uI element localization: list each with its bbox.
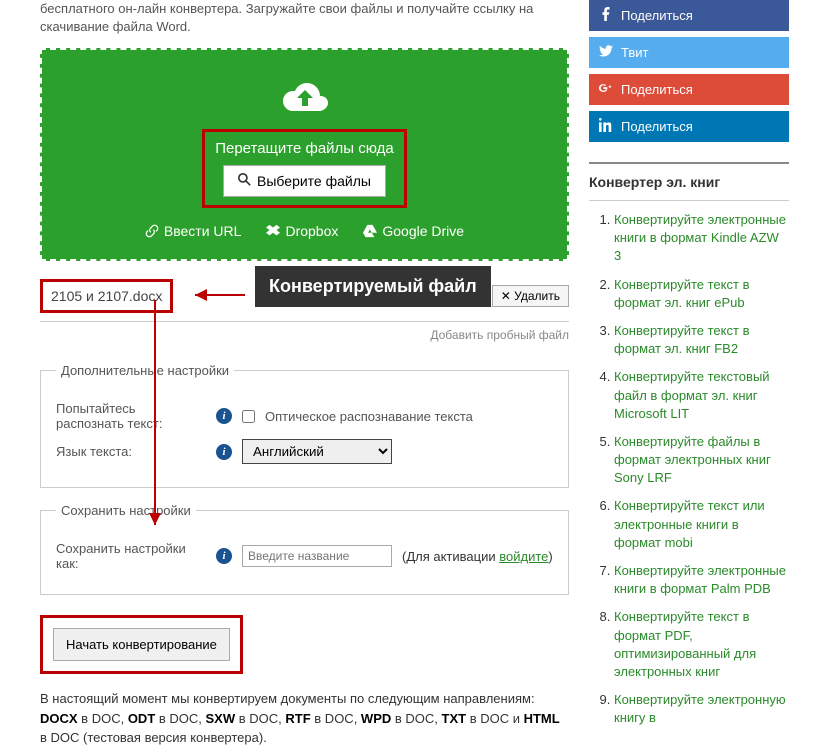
tooltip-overlay: Конвертируемый файл [255, 266, 491, 307]
ebook-converter-heading: Конвертер эл. книг [589, 162, 789, 201]
ebook-link[interactable]: Конвертируйте файлы в формат электронных… [614, 434, 771, 485]
ebook-link[interactable]: Конвертируйте электронные книги в формат… [614, 563, 786, 596]
search-icon [238, 173, 251, 189]
formats-text: В настоящий момент мы конвертируем докум… [40, 689, 569, 748]
login-link[interactable]: войдите [499, 549, 548, 564]
gdrive-label: Google Drive [382, 223, 464, 239]
intro-text: бесплатного он-лайн конвертера. Загружай… [40, 0, 569, 36]
ebook-link[interactable]: Конвертируйте текст или электронные книг… [614, 498, 765, 549]
file-dropzone[interactable]: Перетащите файлы сюда Выберите файлы Вве… [40, 48, 569, 261]
share-fb-label: Поделиться [621, 8, 693, 23]
ebook-link[interactable]: Конвертируйте электронную книгу в [614, 692, 786, 725]
share-in-label: Поделиться [621, 119, 693, 134]
link-icon [145, 224, 159, 238]
info-icon[interactable]: i [216, 444, 232, 460]
ebook-link[interactable]: Конвертируйте текст в формат эл. книг FB… [614, 323, 749, 356]
twitter-icon [599, 44, 613, 61]
gdrive-link[interactable]: Google Drive [363, 223, 464, 239]
start-convert-button[interactable]: Начать конвертирование [53, 628, 230, 661]
ebook-link[interactable]: Конвертируйте текст в формат эл. книг eP… [614, 277, 749, 310]
highlight-box-dropzone: Перетащите файлы сюда Выберите файлы [202, 129, 407, 208]
ebook-link[interactable]: Конвертируйте электронные книги в формат… [614, 212, 786, 263]
share-facebook-button[interactable]: Поделиться [589, 0, 789, 31]
ocr-checkbox[interactable] [242, 410, 255, 423]
ebook-link[interactable]: Конвертируйте текстовый файл в формат эл… [614, 369, 770, 420]
additional-settings-group: Дополнительные настройки Попытайтесь рас… [40, 363, 569, 488]
save-as-label: Сохранить настройки как: [56, 541, 206, 571]
ocr-row-label: Попытайтесь распознать текст: [56, 401, 206, 431]
ebook-link[interactable]: Конвертируйте текст в формат PDF, оптими… [614, 609, 756, 679]
share-tw-label: Твит [621, 45, 649, 60]
info-icon[interactable]: i [216, 548, 232, 564]
ebook-converter-list: Конвертируйте электронные книги в формат… [589, 211, 789, 728]
dropbox-icon [266, 224, 280, 238]
lang-label: Язык текста: [56, 444, 206, 459]
language-select[interactable]: Английский [242, 439, 392, 464]
googleplus-icon [599, 81, 613, 98]
file-name: 2105 и 2107.docx [40, 279, 173, 313]
info-icon[interactable]: i [216, 408, 232, 424]
gdrive-icon [363, 224, 377, 238]
dropbox-link[interactable]: Dropbox [266, 223, 338, 239]
share-gp-label: Поделиться [621, 82, 693, 97]
save-legend: Сохранить настройки [56, 503, 196, 518]
close-icon: ✕ [501, 289, 511, 303]
highlight-box-convert: Начать конвертирование [40, 615, 243, 674]
enter-url-link[interactable]: Ввести URL [145, 223, 242, 239]
dropzone-title: Перетащите файлы сюда [215, 140, 394, 157]
linkedin-icon [599, 118, 613, 135]
dropbox-label: Dropbox [285, 223, 338, 239]
select-files-label: Выберите файлы [257, 173, 371, 189]
select-files-button[interactable]: Выберите файлы [223, 165, 386, 197]
save-name-input[interactable] [242, 545, 392, 567]
file-row: 2105 и 2107.docx 24.47 KB ✕ Удалить Конв… [40, 271, 569, 322]
share-googleplus-button[interactable]: Поделиться [589, 74, 789, 105]
facebook-icon [599, 7, 613, 24]
delete-button[interactable]: ✕ Удалить [492, 285, 569, 307]
cloud-upload-icon [62, 78, 547, 121]
login-hint: (Для активации войдите) [402, 549, 553, 564]
add-trial-link[interactable]: Добавить пробный файл [40, 322, 569, 348]
settings-legend: Дополнительные настройки [56, 363, 234, 378]
delete-label: Удалить [514, 289, 560, 303]
url-label: Ввести URL [164, 223, 242, 239]
ocr-checkbox-label: Оптическое распознавание текста [265, 409, 473, 424]
save-settings-group: Сохранить настройки Сохранить настройки … [40, 503, 569, 595]
share-linkedin-button[interactable]: Поделиться [589, 111, 789, 142]
share-twitter-button[interactable]: Твит [589, 37, 789, 68]
